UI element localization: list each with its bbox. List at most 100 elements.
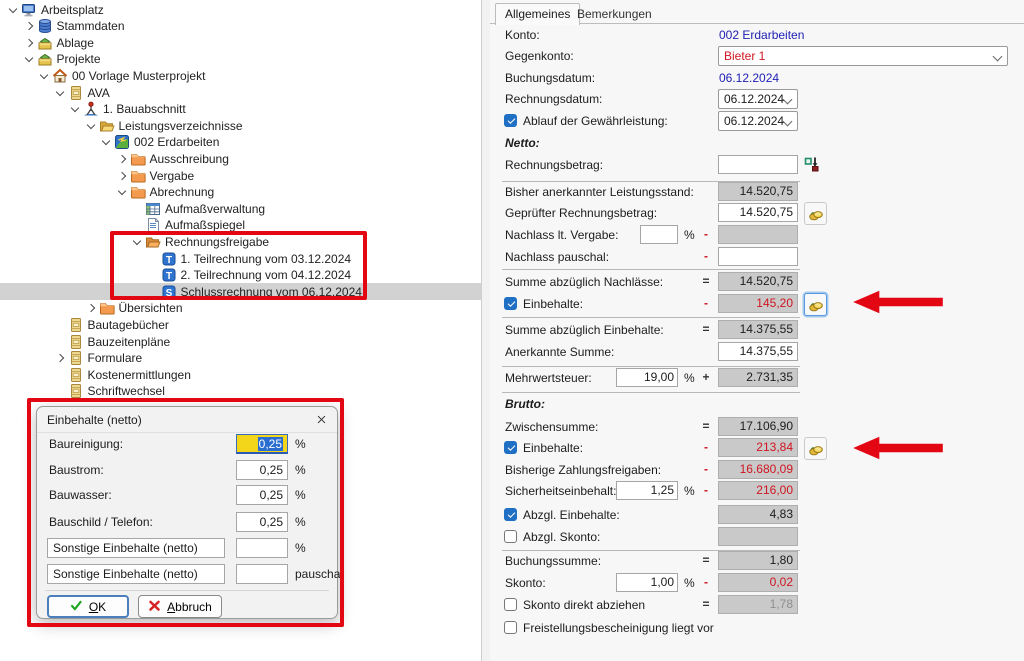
tree-expander[interactable] [115, 152, 129, 166]
doc-icon [145, 217, 161, 233]
tree-item-7[interactable]: 1. Bauabschnitt [0, 101, 546, 118]
tree-item-4[interactable]: Projekte [0, 51, 500, 68]
tree-item-21[interactable]: Bauzeitenpläne [0, 333, 531, 350]
tree-expander[interactable] [22, 52, 36, 66]
combo-value-rechnungsdatum: 06.12.2024 [724, 92, 784, 106]
percent-input-skonto[interactable]: 1,00 [616, 573, 678, 592]
form-separator [502, 392, 800, 393]
operator-mehrwertsteuer: + [699, 370, 713, 384]
tree-item-6[interactable]: AVA [0, 84, 531, 101]
label-rechnungsbetrag: Rechnungsbetrag: [505, 158, 603, 172]
percent-input-nachlass_vergabe[interactable] [640, 225, 678, 244]
tree-item-22[interactable]: Formulare [0, 350, 531, 367]
percent-sign: % [684, 228, 695, 242]
tree-expander[interactable] [6, 3, 20, 17]
dialog-value-input-1[interactable]: 0,25 [236, 434, 288, 454]
tree-expander-empty [146, 285, 160, 299]
ok-button[interactable]: OK [47, 595, 129, 618]
tree-item-3[interactable]: Ablage [0, 34, 500, 51]
tree-expander[interactable] [53, 86, 67, 100]
label-summe_einbehalte: Summe abzüglich Einbehalte: [505, 323, 664, 337]
tree-expander[interactable] [22, 36, 36, 50]
chevron-down-icon [102, 137, 110, 145]
checkbox-abzgl_einbehalte[interactable] [504, 508, 517, 521]
field-skonto_direkt: 1,78 [718, 595, 798, 614]
checkbox-einbehalte_brutto[interactable] [504, 441, 517, 454]
tree-expander[interactable] [115, 185, 129, 199]
combo-rechnungsdatum[interactable]: 06.12.2024 [718, 89, 798, 109]
dialog-unit-3: % [295, 488, 306, 502]
field-geprueft[interactable]: 14.520,75 [718, 203, 798, 222]
tree-item-23[interactable]: Kostenermittlungen [0, 366, 531, 383]
tree-expander[interactable] [37, 69, 51, 83]
coins-button-einbehalte_netto[interactable] [804, 293, 827, 316]
percent-input-mehrwertsteuer[interactable]: 19,00 [616, 368, 678, 387]
tree-expander[interactable] [99, 135, 113, 149]
coins-button-geprueft[interactable] [804, 202, 827, 225]
field-anerkannte[interactable]: 14.375,55 [718, 342, 798, 361]
percent-sign: % [684, 484, 695, 498]
dialog-titlebar[interactable]: Einbehalte (netto) [37, 407, 337, 433]
tree-expander[interactable] [68, 102, 82, 116]
close-icon[interactable] [316, 414, 327, 425]
tree-expander-empty [146, 268, 160, 282]
label-zwischensumme: Zwischensumme: [505, 420, 598, 434]
form-row-abzgl_skonto: Abzgl. Skonto: [490, 527, 1024, 547]
tree-item-24[interactable]: Schriftwechsel [0, 383, 531, 400]
combo-ablauf[interactable]: 06.12.2024 [718, 111, 798, 131]
tree-item-8[interactable]: Leistungsverzeichnisse [0, 117, 562, 134]
operator-skonto: - [699, 575, 713, 589]
dialog-value-input-6[interactable] [236, 564, 288, 584]
field-bisher: 14.520,75 [718, 182, 798, 201]
form-row-skonto_direkt: Skonto direkt abziehen=1,78 [490, 595, 1024, 615]
field-rechnungsbetrag[interactable] [718, 155, 798, 174]
tree-expander[interactable] [53, 351, 67, 365]
combo-value-ablauf: 06.12.2024 [724, 114, 784, 128]
label-buchungsdatum: Buchungsdatum: [505, 71, 595, 85]
form-row-einbehalte_netto: Einbehalte:-145,20 [490, 294, 1024, 314]
tree-expander[interactable] [130, 235, 144, 249]
combo-gegenkonto[interactable]: Bieter 1 [718, 46, 1008, 66]
tree-item-20[interactable]: Bautagebücher [0, 316, 531, 333]
chevron-down-icon [133, 237, 141, 245]
dialog-row-2: Baustrom:0,25% [37, 460, 337, 480]
cancel-button-label: Abbruch [167, 600, 212, 614]
checkbox-ablauf[interactable] [504, 114, 517, 127]
dialog-label-4: Bauschild / Telefon: [49, 515, 153, 529]
tree-expander[interactable] [22, 19, 36, 33]
tree-expander[interactable] [84, 119, 98, 133]
value-buchungsdatum: 06.12.2024 [719, 71, 779, 85]
form-row-buchungsdatum: Buchungsdatum: 06.12.2024 [490, 68, 1024, 88]
tree-item-19[interactable]: Übersichten [0, 300, 562, 317]
tree-expander[interactable] [115, 169, 129, 183]
dialog-value-input-3[interactable]: 0,25 [236, 485, 288, 505]
form-row-nachlass_pauschal: Nachlass pauschal:- [490, 247, 1024, 267]
tree-item-5[interactable]: 00 Vorlage Musterprojekt [0, 67, 515, 84]
operator-zwischensumme: = [699, 419, 713, 433]
table-icon [145, 201, 161, 217]
dialog-name-input-5[interactable]: Sonstige Einbehalte (netto) [47, 538, 225, 558]
coins-button-einbehalte_brutto[interactable] [804, 437, 827, 460]
dialog-value-input-2[interactable]: 0,25 [236, 460, 288, 480]
tree-item-1[interactable]: Arbeitsplatz [0, 1, 484, 18]
transfer-icon[interactable] [804, 156, 820, 172]
checkbox-skonto_direkt[interactable] [504, 598, 517, 611]
percent-input-sicherheit[interactable]: 1,25 [616, 481, 678, 500]
label-summe_nachlaesse: Summe abzüglich Nachlässe: [505, 275, 663, 289]
tree-item-label: 00 Vorlage Musterprojekt [72, 69, 205, 83]
field-nachlass_pauschal[interactable] [718, 247, 798, 266]
tab-bemerkungen[interactable]: Bemerkungen [568, 4, 661, 25]
checkbox-einbehalte_netto[interactable] [504, 297, 517, 310]
einbehalte-dialog: Einbehalte (netto) Baureinigung:0,25%Bau… [36, 406, 338, 619]
svg-text:T: T [165, 255, 171, 266]
checkbox-abzgl_skonto[interactable] [504, 530, 517, 543]
checkbox-freistellung[interactable] [504, 621, 517, 634]
dialog-name-input-6[interactable]: Sonstige Einbehalte (netto) [47, 564, 225, 584]
tree-expander[interactable] [84, 301, 98, 315]
tree-item-label: Kostenermittlungen [88, 368, 191, 382]
tree-item-2[interactable]: Stammdaten [0, 18, 500, 35]
form-row-summe_einbehalte: Summe abzüglich Einbehalte:=14.375,55 [490, 320, 1024, 340]
dialog-value-input-4[interactable]: 0,25 [236, 512, 288, 532]
dialog-value-input-5[interactable] [236, 538, 288, 558]
cancel-button[interactable]: Abbruch [138, 595, 222, 618]
